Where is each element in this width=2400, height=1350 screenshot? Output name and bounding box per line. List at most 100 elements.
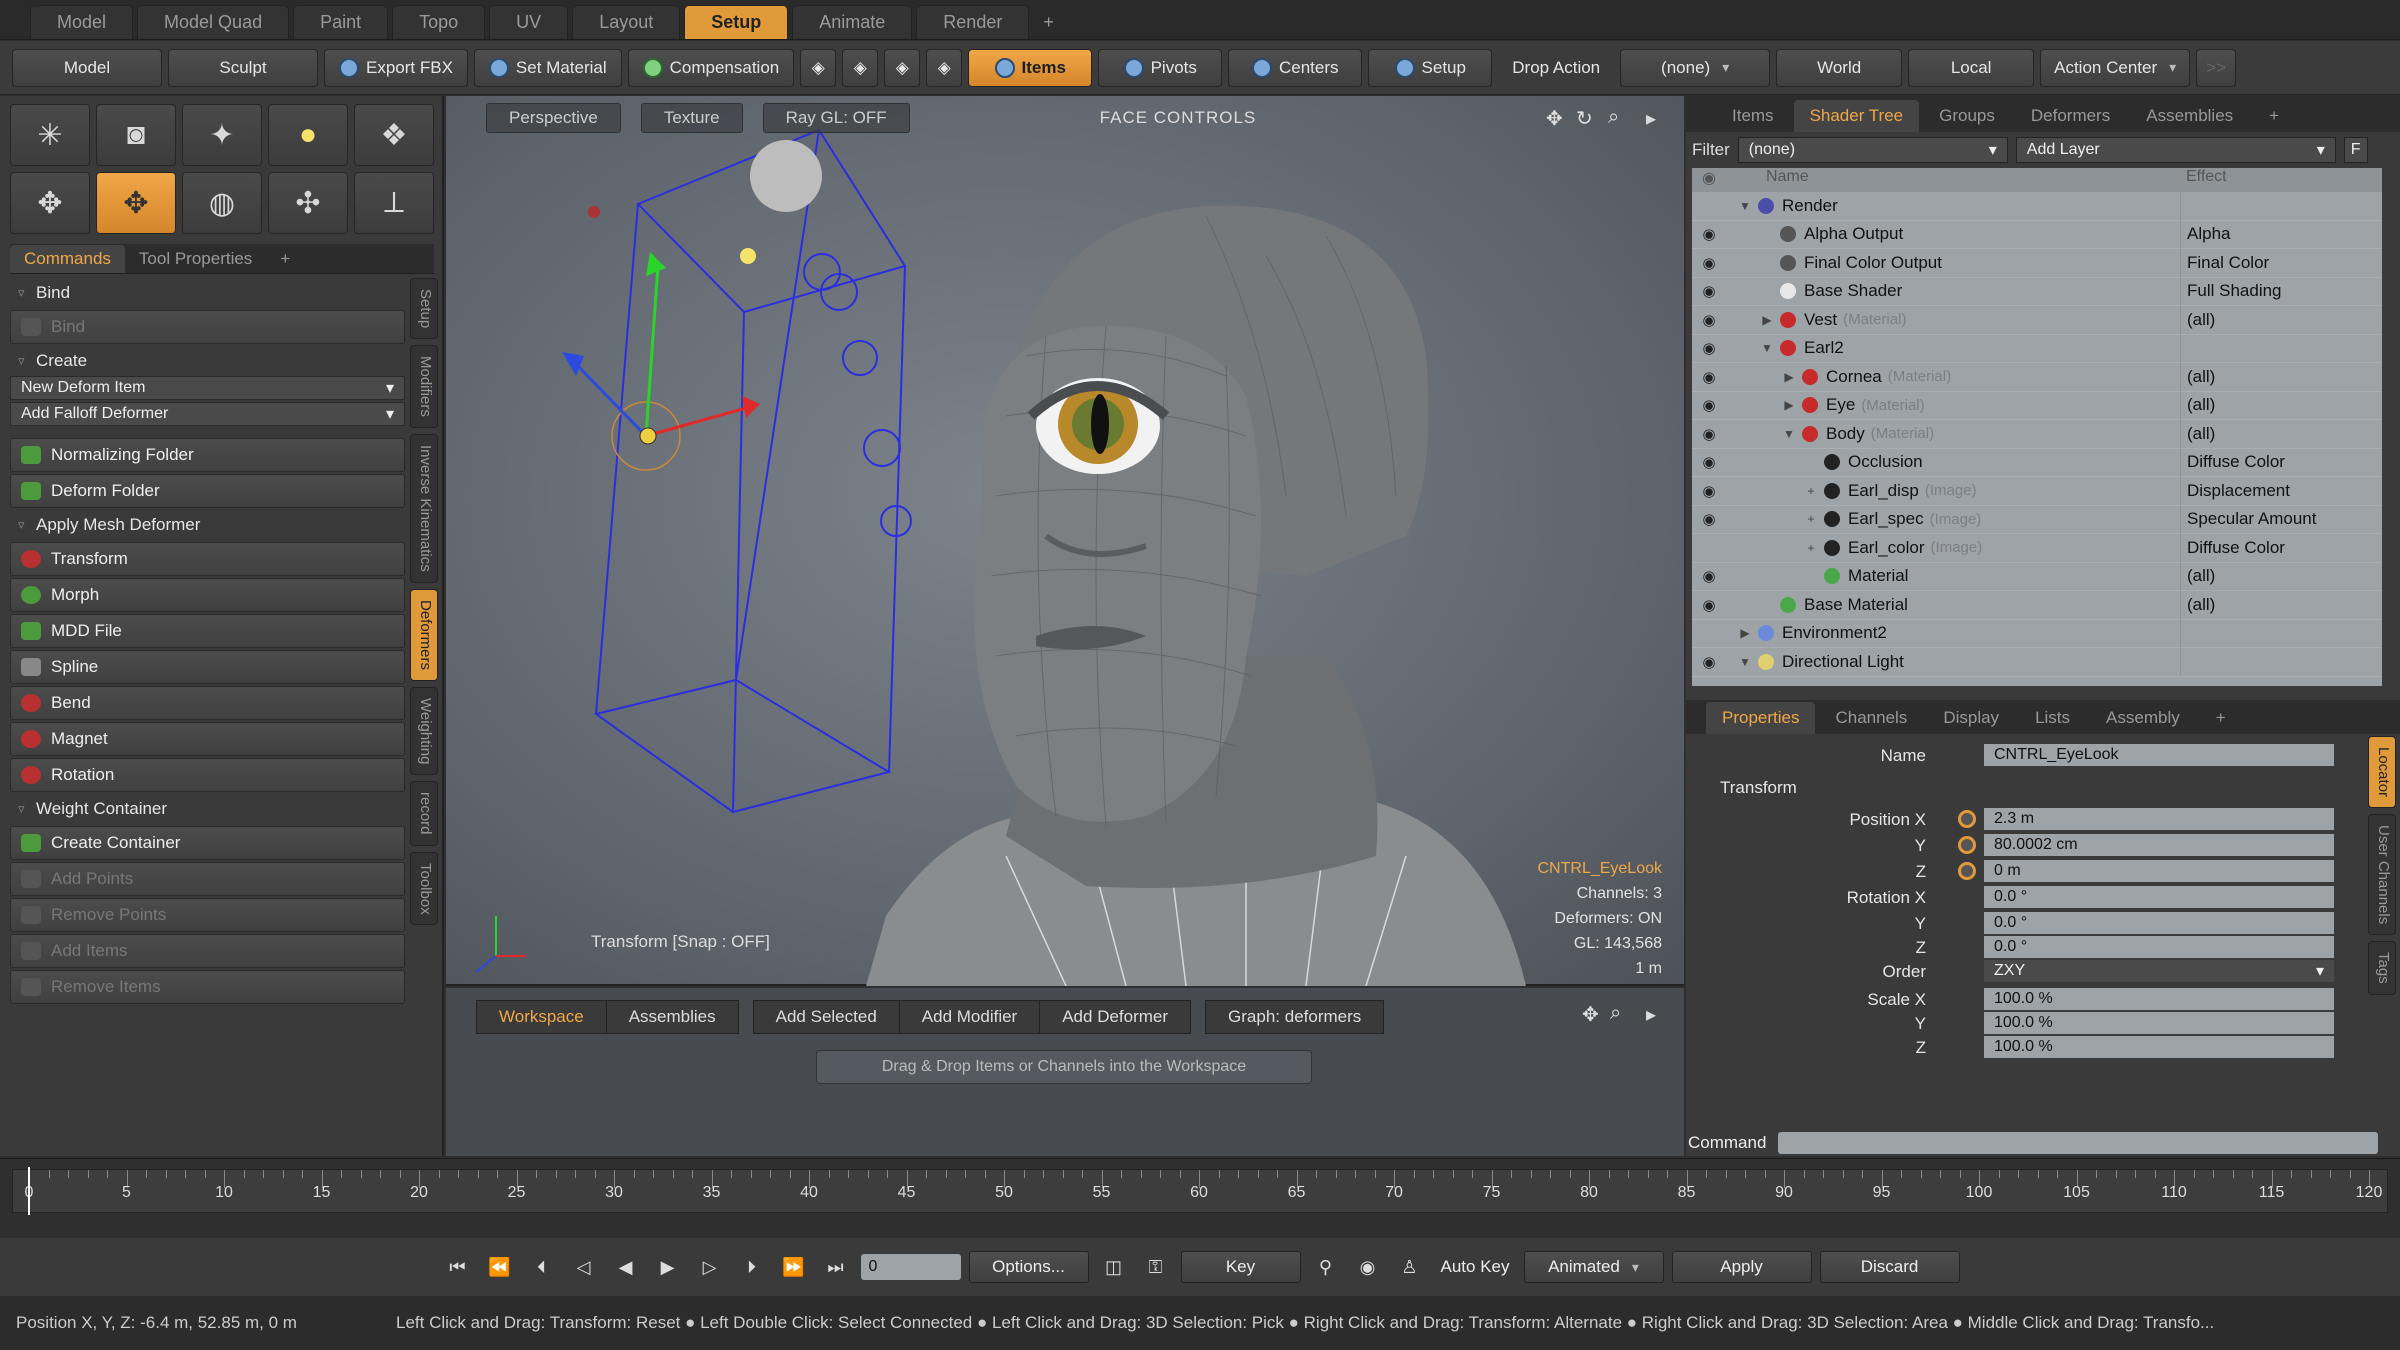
timeline[interactable]: 0510152025303540455055606570758085909510… bbox=[0, 1158, 2400, 1238]
name-field[interactable]: CNTRL_EyeLook bbox=[1984, 744, 2334, 766]
shield-icon[interactable]: ◈ bbox=[884, 48, 921, 87]
column-name[interactable]: Name bbox=[1726, 168, 2180, 192]
expand-toggle-icon[interactable]: ▼ bbox=[1758, 341, 1776, 355]
rotation-z-field[interactable]: 0.0 ° bbox=[1984, 936, 2334, 958]
rotate-view-icon[interactable]: ↻ bbox=[1576, 106, 1593, 131]
bend-deformer-button[interactable]: Bend bbox=[10, 686, 405, 720]
position-y-field[interactable]: 80.0002 cm bbox=[1984, 834, 2334, 856]
mesh-item-icon[interactable]: ❖ bbox=[354, 104, 434, 166]
rotate-gizmo-icon[interactable]: ◍ bbox=[182, 172, 262, 234]
filter-dropdown[interactable]: (none) ▾ bbox=[1737, 137, 2008, 163]
zoom-icon[interactable]: ⌕ bbox=[1610, 1002, 1621, 1025]
texture-dropdown[interactable]: Texture bbox=[640, 103, 743, 133]
tab-assemblies[interactable]: Assemblies bbox=[2130, 100, 2249, 132]
tab-setup[interactable]: Setup bbox=[684, 5, 789, 39]
vtab-modifiers[interactable]: Modifiers bbox=[410, 345, 438, 429]
position-z-field[interactable]: 0 m bbox=[1984, 860, 2334, 882]
scale-x-field[interactable]: 100.0 % bbox=[1984, 988, 2334, 1010]
tree-row[interactable]: ◉ Occlusion Diffuse Color bbox=[1692, 448, 2382, 477]
graph-selector[interactable]: Graph: deformers bbox=[1205, 1000, 1385, 1034]
tree-row-effect[interactable]: (all) bbox=[2180, 591, 2382, 619]
tree-row-effect[interactable]: Displacement bbox=[2180, 477, 2382, 505]
create-container-button[interactable]: Create Container bbox=[10, 826, 405, 860]
mdd-file-button[interactable]: MDD File bbox=[10, 614, 405, 648]
keyframe-icon[interactable] bbox=[1958, 862, 1976, 880]
tree-row[interactable]: ▼ Render bbox=[1692, 192, 2382, 221]
more-button[interactable]: >> bbox=[2196, 48, 2237, 87]
tab-lists[interactable]: Lists bbox=[2019, 702, 2086, 734]
next-frame-icon[interactable]: ⏵ bbox=[735, 1250, 769, 1284]
eye-icon[interactable]: ◉ bbox=[1692, 225, 1726, 243]
model-button[interactable]: Model bbox=[12, 48, 162, 87]
section-weight-container[interactable]: Weight Container bbox=[10, 794, 405, 824]
tree-row[interactable]: ◉ + Earl_spec (Image) Specular Amount bbox=[1692, 505, 2382, 534]
tab-model[interactable]: Model bbox=[30, 5, 134, 39]
eye-icon[interactable]: ◉ bbox=[1692, 396, 1726, 414]
expand-toggle-icon[interactable]: ▶ bbox=[1780, 398, 1798, 412]
morph-deformer-button[interactable]: Morph bbox=[10, 578, 405, 612]
bind-button[interactable]: Bind bbox=[10, 310, 405, 344]
tree-row[interactable]: ◉ Final Color Output Final Color bbox=[1692, 249, 2382, 278]
eye-icon[interactable]: ◉ bbox=[1692, 282, 1726, 300]
eye-icon[interactable]: ◉ bbox=[1692, 368, 1726, 386]
tab-render[interactable]: Render bbox=[916, 5, 1030, 39]
tree-row[interactable]: ◉ ▶ Eye (Material) (all) bbox=[1692, 391, 2382, 420]
tab-topo[interactable]: Topo bbox=[392, 5, 486, 39]
tree-row-effect[interactable]: (all) bbox=[2180, 562, 2382, 590]
tree-row[interactable]: ◉ ▶ Cornea (Material) (all) bbox=[1692, 363, 2382, 392]
tree-row-effect[interactable] bbox=[2180, 648, 2382, 676]
pivot-gizmo-icon[interactable]: ⟂ bbox=[354, 172, 434, 234]
expand-toggle-icon[interactable]: ▼ bbox=[1736, 655, 1754, 669]
expand-toggle-icon[interactable]: + bbox=[1802, 512, 1820, 526]
auto-key-icon[interactable]: ⚲ bbox=[1309, 1250, 1343, 1284]
expand-toggle-icon[interactable]: ▶ bbox=[1758, 313, 1776, 327]
key-button[interactable]: Key bbox=[1180, 1251, 1301, 1283]
remove-items-button[interactable]: Remove Items bbox=[10, 970, 405, 1004]
vtab-weighting[interactable]: Weighting bbox=[410, 686, 438, 776]
timeline-ruler[interactable]: 0510152025303540455055606570758085909510… bbox=[12, 1169, 2388, 1213]
transform-section[interactable]: Transform bbox=[1686, 776, 2366, 800]
add-deformer-button[interactable]: Add Deformer bbox=[1040, 1001, 1190, 1033]
scale-z-field[interactable]: 100.0 % bbox=[1984, 1036, 2334, 1058]
drop-action-dropdown[interactable]: (none) bbox=[1620, 48, 1771, 87]
tab-paint[interactable]: Paint bbox=[293, 5, 389, 39]
eye-icon[interactable]: ◉ bbox=[1692, 453, 1726, 471]
shield-icon[interactable]: ◈ bbox=[800, 48, 837, 87]
tab-deformers[interactable]: Deformers bbox=[2015, 100, 2126, 132]
f-button[interactable]: F bbox=[2343, 137, 2368, 163]
tab-shader-tree[interactable]: Shader Tree bbox=[1793, 100, 1920, 132]
expand-toggle-icon[interactable]: ▼ bbox=[1780, 427, 1798, 441]
vtab-toolbox[interactable]: Toolbox bbox=[410, 851, 438, 926]
record-icon[interactable]: ◉ bbox=[1351, 1250, 1385, 1284]
new-deform-item-dropdown[interactable]: New Deform Item ▾ bbox=[10, 376, 405, 400]
tab-tool-properties[interactable]: Tool Properties bbox=[125, 245, 266, 273]
pan-icon[interactable]: ✥ bbox=[1546, 106, 1563, 131]
compensation-button[interactable]: Compensation bbox=[627, 48, 795, 87]
tree-row[interactable]: ◉ ▼ Body (Material) (all) bbox=[1692, 420, 2382, 449]
shield-icon[interactable]: ◈ bbox=[842, 48, 879, 87]
eye-icon[interactable]: ◉ bbox=[1692, 254, 1726, 272]
vtab-user-channels[interactable]: User Channels bbox=[2368, 814, 2396, 936]
eye-icon[interactable]: ◉ bbox=[1692, 425, 1726, 443]
add-points-button[interactable]: Add Points bbox=[10, 862, 405, 896]
discard-button[interactable]: Discard bbox=[1819, 1251, 1960, 1283]
add-tab-button[interactable]: + bbox=[2200, 702, 2242, 734]
tree-row-effect[interactable]: Specular Amount bbox=[2180, 505, 2382, 533]
set-material-button[interactable]: Set Material bbox=[473, 48, 622, 87]
step-forward-icon[interactable]: ▷ bbox=[693, 1250, 727, 1284]
tree-row[interactable]: + Earl_color (Image) Diffuse Color bbox=[1692, 534, 2382, 563]
playhead[interactable] bbox=[28, 1167, 30, 1215]
action-center-dropdown[interactable]: Action Center bbox=[2040, 48, 2191, 87]
tab-animate[interactable]: Animate bbox=[792, 5, 913, 39]
eye-icon[interactable]: ◉ bbox=[1692, 653, 1726, 671]
deform-folder-button[interactable]: Deform Folder bbox=[10, 474, 405, 508]
transform-deformer-button[interactable]: Transform bbox=[10, 542, 405, 576]
current-frame-input[interactable]: 0 bbox=[860, 1254, 961, 1280]
figure-icon[interactable]: ♙ bbox=[1393, 1250, 1427, 1284]
tree-row[interactable]: ◉ + Earl_disp (Image) Displacement bbox=[1692, 477, 2382, 506]
order-dropdown[interactable]: ZXY ▾ bbox=[1984, 960, 2334, 982]
expand-toggle-icon[interactable]: ▶ bbox=[1780, 370, 1798, 384]
tree-row-effect[interactable] bbox=[2180, 334, 2382, 362]
tree-row-effect[interactable]: Final Color bbox=[2180, 249, 2382, 277]
expand-toggle-icon[interactable]: ▶ bbox=[1736, 626, 1754, 640]
